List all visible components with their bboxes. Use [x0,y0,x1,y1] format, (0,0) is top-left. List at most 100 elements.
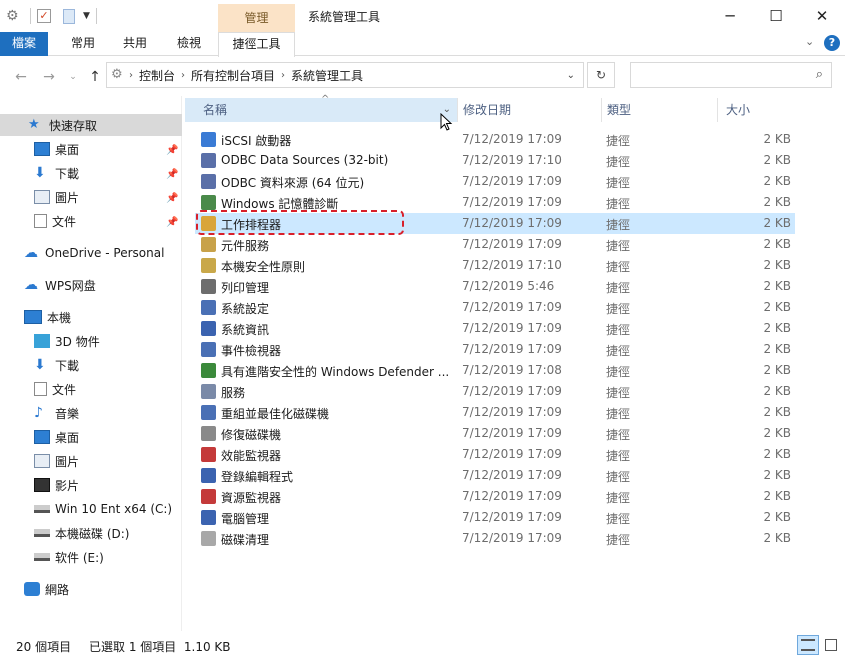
shortcut-icon [201,426,216,441]
table-row[interactable]: ODBC Data Sources (32-bit) 7/12/2019 17:1… [195,150,795,171]
search-icon: ⌕ [815,67,823,82]
pin-icon[interactable]: 📌 [166,145,178,156]
file-size: 2 KB [763,342,791,356]
forward-button[interactable]: → [40,68,58,86]
table-row[interactable]: 電腦管理 7/12/2019 17:09 捷徑 2 KB [195,507,795,528]
table-row[interactable]: 效能監視器 7/12/2019 17:09 捷徑 2 KB [195,444,795,465]
nav-quick-downloads[interactable]: ⬇ 下載 [34,162,79,184]
column-header-type[interactable]: 類型 [589,98,709,122]
table-row[interactable]: 元件服務 7/12/2019 17:09 捷徑 2 KB [195,234,795,255]
drive-icon [34,553,50,561]
file-date: 7/12/2019 17:09 [462,510,562,524]
nav-network[interactable]: 網路 [24,578,69,600]
file-date: 7/12/2019 17:10 [462,153,562,167]
status-bar: 20 個項目 已選取 1 個項目 1.10 KB [0,631,845,658]
nav-wps[interactable]: ☁ WPS网盘 [24,274,96,296]
nav-quick-documents[interactable]: 文件 [34,210,76,232]
nav-music[interactable]: ♪ 音樂 [34,402,79,424]
table-row[interactable]: ODBC 資料來源 (64 位元) 7/12/2019 17:09 捷徑 2 KB [195,171,795,192]
table-row[interactable]: 修復磁碟機 7/12/2019 17:09 捷徑 2 KB [195,423,795,444]
column-header-size[interactable]: 大小 [708,98,788,122]
address-bar[interactable]: ⚙ › 控制台 › 所有控制台項目 › 系統管理工具 ⌄ [106,62,584,88]
tab-view[interactable]: 檢視 [166,32,212,56]
tab-share[interactable]: 共用 [112,32,158,56]
shortcut-icon [201,405,216,420]
file-size: 2 KB [763,447,791,461]
mouse-cursor-icon [440,113,453,131]
table-row[interactable]: 磁碟清理 7/12/2019 17:09 捷徑 2 KB [195,528,795,549]
new-folder-icon[interactable] [63,8,75,24]
shortcut-icon [201,531,216,546]
nav-quick-pictures[interactable]: 圖片 [34,186,79,208]
file-date: 7/12/2019 17:10 [462,258,562,272]
large-icons-view-button[interactable] [820,635,842,655]
close-button[interactable]: ✕ [799,0,845,32]
pin-icon[interactable]: 📌 [166,193,178,204]
nav-videos[interactable]: 影片 [34,474,79,496]
column-header-name[interactable]: 名稱 ^ ⌄ [185,94,457,122]
table-row[interactable]: 列印管理 7/12/2019 5:46 捷徑 2 KB [195,276,795,297]
table-row[interactable]: 資源監視器 7/12/2019 17:09 捷徑 2 KB [195,486,795,507]
breadcrumb-control-panel[interactable]: 控制台 [139,67,175,84]
customize-toolbar-icon[interactable]: ▼ [83,11,90,21]
table-row[interactable]: iSCSI 啟動器 7/12/2019 17:09 捷徑 2 KB [195,129,795,150]
shortcut-icon [201,237,216,252]
recent-locations-icon[interactable]: ⌄ [64,68,82,86]
table-row[interactable]: 事件檢視器 7/12/2019 17:09 捷徑 2 KB [195,339,795,360]
nav-pictures[interactable]: 圖片 [34,450,79,472]
nav-drive-e[interactable]: 软件 (E:) [34,546,104,568]
nav-onedrive[interactable]: ☁ OneDrive - Personal [24,242,164,264]
pin-icon[interactable]: 📌 [166,217,178,228]
nav-this-pc[interactable]: 本機 [24,306,71,328]
refresh-button[interactable]: ↻ [587,62,615,88]
nav-drive-c[interactable]: Win 10 Ent x64 (C:) [34,498,172,520]
tab-file[interactable]: 檔案 [0,32,48,56]
nav-desktop[interactable]: 桌面 [34,426,79,448]
address-dropdown-icon[interactable]: ⌄ [567,70,575,81]
file-size: 2 KB [763,510,791,524]
file-name: 重組並最佳化磁碟機 [221,407,330,421]
file-type: 捷徑 [606,197,631,211]
file-size: 2 KB [763,258,791,272]
details-view-button[interactable] [797,635,819,655]
file-size: 2 KB [763,300,791,314]
table-row[interactable]: 重組並最佳化磁碟機 7/12/2019 17:09 捷徑 2 KB [195,402,795,423]
file-date: 7/12/2019 17:09 [462,405,562,419]
computer-icon [24,310,42,324]
file-type: 捷徑 [606,365,631,379]
back-button[interactable]: ← [12,68,30,86]
nav-3d-objects[interactable]: 3D 物件 [34,330,100,352]
table-row[interactable]: 本機安全性原則 7/12/2019 17:10 捷徑 2 KB [195,255,795,276]
tab-shortcut-tools[interactable]: 捷徑工具 [218,32,295,57]
checkmark-icon[interactable]: ✓ [37,9,51,23]
minimize-button[interactable]: ─ [707,0,753,32]
maximize-button[interactable]: ☐ [753,0,799,32]
properties-icon[interactable]: ⚙ [6,7,24,25]
up-button[interactable]: ↑ [86,68,104,86]
column-header-date[interactable]: 修改日期 [445,98,585,122]
tab-home[interactable]: 常用 [60,32,106,56]
breadcrumb-admin-tools[interactable]: 系統管理工具 [291,67,363,84]
expand-ribbon-icon[interactable]: ⌄ [805,35,814,48]
nav-quick-desktop[interactable]: 桌面 [34,138,79,160]
nav-downloads[interactable]: ⬇ 下載 [34,354,79,376]
table-row[interactable]: 登錄編輯程式 7/12/2019 17:09 捷徑 2 KB [195,465,795,486]
search-input[interactable]: ⌕ [630,62,832,88]
shortcut-icon [201,321,216,336]
breadcrumb-all-items[interactable]: 所有控制台項目 [191,67,275,84]
nav-documents[interactable]: 文件 [34,378,76,400]
file-type: 捷徑 [606,386,631,400]
table-row[interactable]: 服務 7/12/2019 17:09 捷徑 2 KB [195,381,795,402]
nav-drive-d[interactable]: 本機磁碟 (D:) [34,522,129,544]
table-row[interactable]: 系統設定 7/12/2019 17:09 捷徑 2 KB [195,297,795,318]
help-icon[interactable]: ? [824,35,840,51]
file-date: 7/12/2019 5:46 [462,279,555,293]
table-row[interactable]: 系統資訊 7/12/2019 17:09 捷徑 2 KB [195,318,795,339]
pin-icon[interactable]: 📌 [166,169,178,180]
file-date: 7/12/2019 17:09 [462,174,562,188]
nav-quick-access[interactable]: ★ 快速存取 [0,114,182,136]
file-size: 2 KB [763,153,791,167]
network-icon [24,582,40,596]
file-name: ODBC 資料來源 (64 位元) [221,176,365,190]
table-row[interactable]: 具有進階安全性的 Windows Defender ... 7/12/2019 1… [195,360,795,381]
